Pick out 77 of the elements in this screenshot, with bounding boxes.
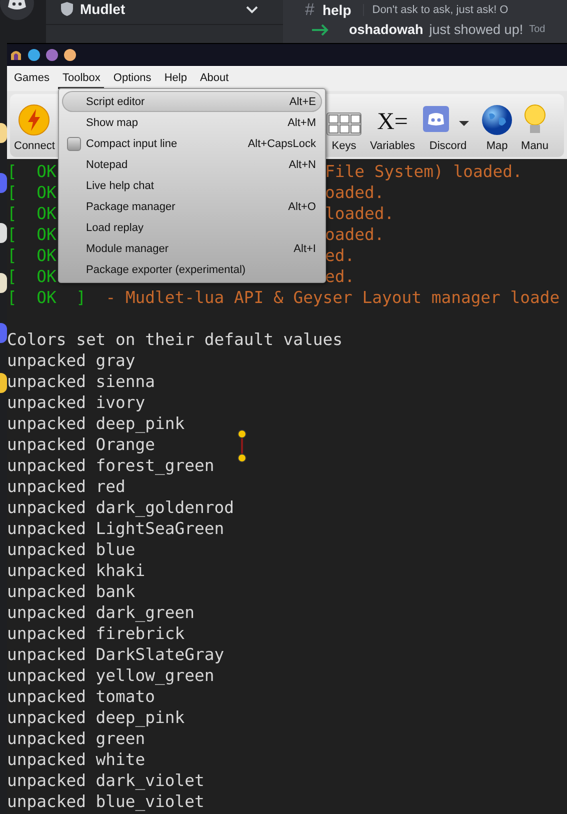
console-text: unpacked deep_pink <box>7 707 185 728</box>
menu-entry[interactable]: Script editor Alt+E <box>62 91 322 112</box>
console-text: Colors set on their default values <box>7 329 343 350</box>
console-text: unpacked blue_violet <box>7 791 204 812</box>
chevron-icon[interactable] <box>246 6 258 14</box>
console-text: unpacked red <box>7 476 126 497</box>
message-username[interactable]: oshadowah <box>349 22 424 37</box>
menu-entry[interactable]: Compact input line Alt+CapsLock <box>62 133 322 154</box>
console-status: [ OK <box>7 266 56 287</box>
menu-entry[interactable]: Package exporter (experimental) <box>62 259 322 280</box>
toolbar-button[interactable]: X= Variables <box>366 109 420 152</box>
menu-item[interactable]: Options <box>109 69 156 89</box>
app-icon <box>10 49 22 61</box>
console-text: oaded. <box>325 224 384 245</box>
menu-entry[interactable]: Show map Alt+M <box>62 112 322 133</box>
console-text: unpacked firebrick <box>7 623 185 644</box>
console-text: ed. <box>325 266 355 287</box>
menu-entry[interactable]: Live help chat <box>62 175 322 196</box>
console-text: unpacked dark_green <box>7 602 194 623</box>
window-button-icon[interactable] <box>28 49 40 61</box>
variables-glyph: X= <box>377 109 408 136</box>
console-text: unpacked sienna <box>7 371 156 392</box>
menu-entry[interactable]: Notepad Alt+N <box>62 154 322 175</box>
hash-icon: # <box>305 0 314 20</box>
console-text: unpacked deep_pink <box>7 413 185 434</box>
console-text: unpacked ivory <box>7 392 146 413</box>
channel-topic: Don't ask to ask, just ask! O <box>363 4 508 16</box>
console-text: unpacked tomato <box>7 686 156 707</box>
console-text: unpacked white <box>7 749 146 770</box>
console-status: [ OK ] <box>7 287 86 308</box>
console-text: unpacked blue <box>7 539 136 560</box>
console-text: unpacked dark_violet <box>7 770 204 791</box>
console-text: unpacked Orange <box>7 434 156 455</box>
console-text: unpacked LightSeaGreen <box>7 518 224 539</box>
server-name[interactable]: Mudlet <box>80 1 126 17</box>
console-text: File System) loaded. <box>325 161 522 182</box>
toolbar-button[interactable]: Keys <box>322 112 366 152</box>
console-status: [ OK <box>7 161 56 182</box>
keyboard-icon <box>326 112 362 136</box>
menu-entry[interactable]: Module manager Alt+I <box>62 238 322 259</box>
message-time: Tod <box>529 24 546 35</box>
console-text: unpacked dark_goldenrod <box>7 497 234 518</box>
console-text: unpacked green <box>7 728 146 749</box>
menu-item[interactable]: Help <box>160 69 191 89</box>
menu-item[interactable]: About <box>196 69 233 89</box>
message-text: just showed up! <box>429 22 524 37</box>
console-text: unpacked forest_green <box>7 455 214 476</box>
toolbar-button[interactable]: Manu <box>517 104 553 152</box>
globe-icon <box>481 104 514 136</box>
lightbulb-icon <box>522 104 547 136</box>
lightning-icon <box>18 104 50 136</box>
window-button-icon[interactable] <box>46 49 58 61</box>
console-text: unpacked DarkSlateGray <box>7 644 224 665</box>
toolbar-button[interactable]: Discord <box>419 106 478 152</box>
console-text: unpacked gray <box>7 350 136 371</box>
console-text: ed. <box>325 245 355 266</box>
shield-icon <box>60 1 74 17</box>
resize-handle-drawing[interactable] <box>235 429 249 463</box>
checkbox[interactable] <box>67 137 81 151</box>
window-button-icon[interactable] <box>64 49 76 61</box>
console-text: loaded. <box>325 203 394 224</box>
console-text: - Mudlet-lua API & Geyser Layout manager loade <box>104 287 560 308</box>
toolbar-button[interactable]: Map <box>477 104 518 152</box>
console-status: [ OK <box>7 245 56 266</box>
console-text: oaded. <box>325 182 384 203</box>
channel-name: help <box>322 2 352 18</box>
console-text: unpacked yellow_green <box>7 665 214 686</box>
toolbar-button[interactable]: Connect <box>10 104 59 152</box>
console-status: [ OK <box>7 224 56 245</box>
join-arrow-icon <box>311 24 329 36</box>
console-text: unpacked khaki <box>7 560 146 581</box>
menu-entry[interactable]: Package manager Alt+O <box>62 196 322 217</box>
console-status: [ OK <box>7 182 56 203</box>
console-text: unpacked bank <box>7 581 136 602</box>
console-status: [ OK <box>7 203 56 224</box>
menu-entry[interactable]: Load replay <box>62 217 322 238</box>
menu-item[interactable]: Games <box>10 69 54 89</box>
